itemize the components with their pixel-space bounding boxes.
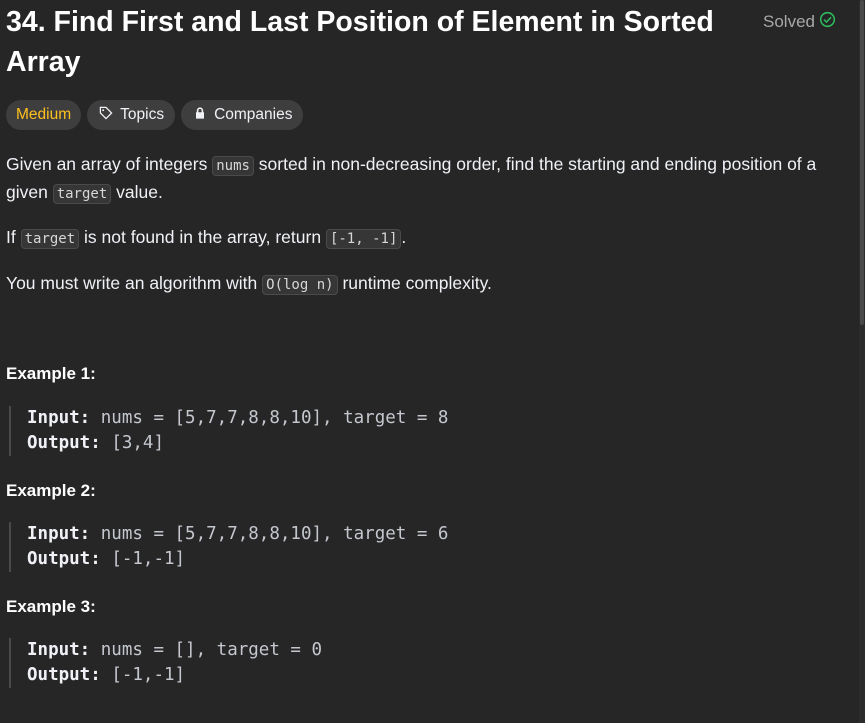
inline-code-target: target xyxy=(20,229,80,249)
text: is not found in the array, return xyxy=(79,227,326,247)
problem-title[interactable]: 34. Find First and Last Position of Elem… xyxy=(6,2,746,82)
input-value: nums = [5,7,7,8,8,10], target = 6 xyxy=(100,524,449,544)
text: runtime complexity. xyxy=(337,273,492,293)
solved-label: Solved xyxy=(763,12,815,31)
solved-status: Solved xyxy=(763,11,836,33)
input-label: Input: xyxy=(27,524,91,544)
topics-button[interactable]: Topics xyxy=(87,100,176,130)
check-circle-icon xyxy=(819,11,836,33)
text: value. xyxy=(111,182,163,202)
companies-label: Companies xyxy=(214,106,293,123)
input-value: nums = [], target = 0 xyxy=(100,640,323,660)
example-output-line: Output: [-1,-1] xyxy=(27,547,448,572)
example-1-title: Example 1: xyxy=(6,364,96,383)
output-label: Output: xyxy=(27,665,101,685)
scrollbar-track[interactable] xyxy=(859,0,865,723)
scrollbar-thumb[interactable] xyxy=(860,0,864,325)
inline-code-result: [-1, -1] xyxy=(325,229,402,249)
difficulty-label: Medium xyxy=(16,106,72,123)
output-label: Output: xyxy=(27,433,101,453)
topics-label: Topics xyxy=(120,106,165,123)
output-value: [3,4] xyxy=(111,433,164,453)
text: . xyxy=(401,227,407,247)
companies-button[interactable]: Companies xyxy=(181,100,304,130)
difficulty-badge: Medium xyxy=(6,100,82,130)
description-paragraph-1: Given an array of integers nums sorted i… xyxy=(6,151,846,207)
example-2-title: Example 2: xyxy=(6,481,96,500)
example-input-line: Input: nums = [5,7,7,8,8,10], target = 8 xyxy=(27,406,448,431)
description-paragraph-3: You must write an algorithm with O(log n… xyxy=(6,270,846,298)
output-value: [-1,-1] xyxy=(111,665,186,685)
example-input-line: Input: nums = [], target = 0 xyxy=(27,638,322,663)
example-1-block: Input: nums = [5,7,7,8,8,10], target = 8… xyxy=(9,406,448,456)
input-value: nums = [5,7,7,8,8,10], target = 8 xyxy=(100,408,449,428)
tag-icon xyxy=(98,105,114,126)
inline-code-nums: nums xyxy=(212,156,254,176)
inline-code-target: target xyxy=(52,184,112,204)
example-output-line: Output: [-1,-1] xyxy=(27,663,322,688)
text: You must write an algorithm with xyxy=(6,273,263,293)
example-3-title: Example 3: xyxy=(6,597,96,616)
text: If xyxy=(6,227,21,247)
lock-icon xyxy=(192,105,208,126)
input-label: Input: xyxy=(27,640,91,660)
tag-bar: Medium Topics Companies xyxy=(6,100,304,130)
problem-description-panel: 34. Find First and Last Position of Elem… xyxy=(0,0,858,723)
example-3-block: Input: nums = [], target = 0 Output: [-1… xyxy=(9,638,322,688)
output-value: [-1,-1] xyxy=(111,549,186,569)
example-2-block: Input: nums = [5,7,7,8,8,10], target = 6… xyxy=(9,522,448,572)
input-label: Input: xyxy=(27,408,91,428)
description-paragraph-2: If target is not found in the array, ret… xyxy=(6,224,846,252)
output-label: Output: xyxy=(27,549,101,569)
text: Given an array of integers xyxy=(6,154,213,174)
inline-code-complexity: O(log n) xyxy=(262,275,338,295)
example-input-line: Input: nums = [5,7,7,8,8,10], target = 6 xyxy=(27,522,448,547)
example-output-line: Output: [3,4] xyxy=(27,431,448,456)
